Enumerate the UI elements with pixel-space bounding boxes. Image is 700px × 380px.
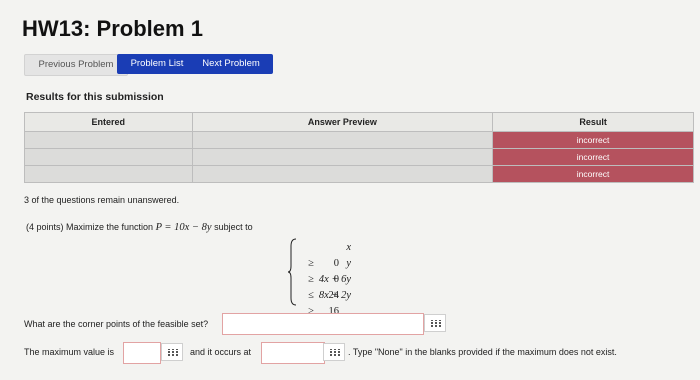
occurs-at-label: and it occurs at bbox=[190, 347, 252, 357]
constraint-lhs: y bbox=[346, 258, 351, 269]
page-title: HW13: Problem 1 bbox=[22, 16, 203, 41]
entered-cell bbox=[24, 148, 193, 166]
subject-to-label: subject to bbox=[214, 222, 253, 232]
entered-cell bbox=[24, 165, 193, 183]
grid-icon[interactable] bbox=[323, 343, 345, 361]
corner-points-input[interactable] bbox=[222, 313, 424, 335]
max-value-label: The maximum value is bbox=[24, 347, 115, 357]
max-value-input[interactable] bbox=[123, 342, 161, 364]
grid-icon[interactable] bbox=[161, 343, 183, 361]
constraint-row: 4x + 6y≤ 24 bbox=[301, 272, 351, 301]
result-cell: incorrect bbox=[492, 165, 694, 183]
previous-problem-button[interactable]: Previous Problem bbox=[24, 54, 128, 76]
constraint-lhs: x bbox=[346, 242, 351, 253]
objective-function: P = 10x − 8y bbox=[155, 222, 212, 233]
column-header-answer-preview: Answer Preview bbox=[191, 112, 494, 132]
problem-statement: (4 points) Maximize the function P = 10x… bbox=[26, 222, 253, 233]
answer-preview-cell bbox=[191, 165, 494, 183]
answer-preview-cell bbox=[191, 131, 494, 149]
result-cell: incorrect bbox=[492, 131, 694, 149]
results-header-row: Entered Answer Preview Result bbox=[24, 112, 694, 132]
constraint-row: x≥ 0 bbox=[301, 240, 351, 269]
results-row: incorrect bbox=[24, 131, 694, 149]
results-row: incorrect bbox=[24, 148, 694, 166]
constraint-row: y≥ 0 bbox=[301, 256, 351, 285]
unanswered-status: 3 of the questions remain unanswered. bbox=[24, 195, 180, 205]
results-table: Entered Answer Preview Result incorrect … bbox=[24, 112, 694, 183]
problem-list-button[interactable]: Problem List bbox=[117, 54, 197, 74]
constraint-lhs: 4x + 6y bbox=[318, 274, 351, 285]
problem-intro: (4 points) Maximize the function bbox=[26, 222, 154, 232]
corner-points-question: What are the corner points of the feasib… bbox=[24, 319, 209, 329]
occurs-at-input[interactable] bbox=[261, 342, 325, 364]
column-header-result: Result bbox=[492, 112, 694, 132]
answer-preview-cell bbox=[191, 148, 494, 166]
constraint-row: 8x + 2y≥ 16 bbox=[301, 288, 351, 317]
constraint-lhs: 8x + 2y bbox=[318, 290, 351, 301]
none-instruction: . Type "None" in the blanks provided if … bbox=[348, 347, 617, 357]
column-header-entered: Entered bbox=[24, 112, 193, 132]
entered-cell bbox=[24, 131, 193, 149]
grid-icon[interactable] bbox=[424, 314, 446, 332]
results-row: incorrect bbox=[24, 165, 694, 183]
results-heading: Results for this submission bbox=[26, 91, 164, 103]
result-cell: incorrect bbox=[492, 148, 694, 166]
next-problem-button[interactable]: Next Problem bbox=[189, 54, 273, 74]
left-brace-icon bbox=[287, 238, 297, 306]
